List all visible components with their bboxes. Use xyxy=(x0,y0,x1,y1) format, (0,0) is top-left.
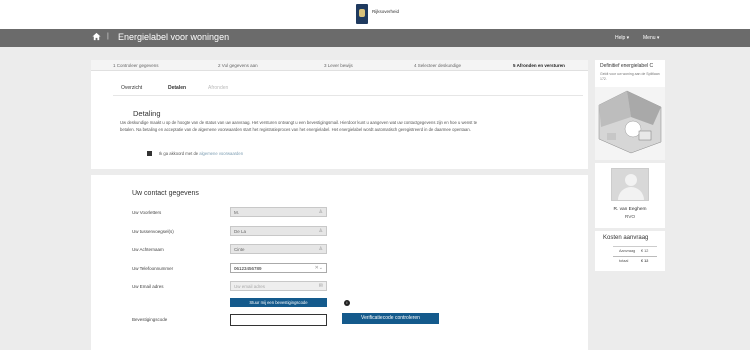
send-code-button[interactable]: Stuur mij een bevestigingscode xyxy=(230,298,327,307)
home-icon[interactable] xyxy=(92,32,101,41)
person-icon: ♙ xyxy=(318,209,323,215)
top-header: Rijksoverheid xyxy=(0,0,750,29)
telefoon-field[interactable]: 06123456789 ✕⌄ xyxy=(230,263,327,273)
section-description: Uw deskundige maakt u op de hoogte van d… xyxy=(120,120,478,132)
label-achternaam: Uw Achternaam xyxy=(132,247,164,252)
tab-afronden: Afronden xyxy=(208,85,229,91)
label-telefoon: Uw Telefoonnummer xyxy=(132,266,174,271)
step-4[interactable]: 4 Selecteer deskundige xyxy=(414,63,461,68)
person-icon: ♙ xyxy=(318,246,323,252)
achternaam-value: Cinte xyxy=(234,247,245,252)
house-illustration xyxy=(595,87,665,160)
voorletters-field[interactable]: M. ♙ xyxy=(230,207,327,217)
terms-link[interactable]: algemene voorwaarden xyxy=(199,151,243,156)
kosten-title: Kosten aanvraag xyxy=(603,235,649,241)
tab-overzicht[interactable]: Overzicht xyxy=(121,85,142,91)
person-icon: ♙ xyxy=(318,228,323,234)
contact-panel: Uw contact gegevens Uw Voorletters M. ♙ … xyxy=(91,175,588,350)
code-field[interactable] xyxy=(230,314,327,326)
tab-divider xyxy=(113,95,583,96)
tussenvoegsel-value: De La xyxy=(234,229,247,234)
avatar xyxy=(611,168,649,201)
main-navbar: | Energielabel voor woningen Help ▾ Menu… xyxy=(0,29,750,47)
adviseur-org: RVO xyxy=(624,215,636,220)
contact-title: Uw contact gegevens xyxy=(132,190,199,197)
rijksoverheid-logo xyxy=(356,4,368,24)
step-2[interactable]: 2 Vul gegevens aan xyxy=(218,63,258,68)
step-5[interactable]: 5 Afronden en versturen xyxy=(513,63,565,68)
terms-prefix: Ik ga akkoord met de xyxy=(159,151,199,156)
totaal-value: € 12 xyxy=(641,259,649,263)
checkbox-icon[interactable] xyxy=(147,151,152,156)
terms-label: Ik ga akkoord met de algemene voorwaarde… xyxy=(159,151,243,156)
tussenvoegsel-field[interactable]: De La ♙ xyxy=(230,226,327,236)
clear-icon[interactable]: ✕⌄ xyxy=(315,265,323,271)
adviseur-name: R. van Eeghem xyxy=(613,207,647,212)
step-1[interactable]: 1 Controleer gegevens xyxy=(113,63,159,68)
help-menu[interactable]: Help ▾ xyxy=(615,35,629,41)
main-menu[interactable]: Menu ▾ xyxy=(643,35,659,41)
details-panel: Overzicht Detalen Afronden Detaling Uw d… xyxy=(91,71,588,169)
label-voorletters: Uw Voorletters xyxy=(132,210,162,215)
energy-label-title: Definitief energielabel C xyxy=(600,63,654,69)
telefoon-value: 06123456789 xyxy=(234,266,262,271)
nav-separator: | xyxy=(107,33,109,40)
app-title: Energielabel voor woningen xyxy=(118,32,230,42)
section-title: Detaling xyxy=(133,109,161,118)
verify-code-button[interactable]: Verificatiecode controleren xyxy=(342,313,439,324)
email-placeholder: Uw email adres xyxy=(234,284,266,289)
logo-text: Rijksoverheid xyxy=(372,9,400,14)
label-tussenvoegsel: Uw tussenvoegsel(s) xyxy=(132,229,174,234)
step-3[interactable]: 3 Lever bewijs xyxy=(324,63,353,68)
voorletters-value: M. xyxy=(234,210,239,215)
label-email: Uw Email adres xyxy=(132,284,164,289)
email-icon: ✉ xyxy=(318,283,323,289)
email-field[interactable]: Uw email adres ✉ xyxy=(230,281,327,291)
label-code: Bevestigingscode xyxy=(132,317,168,322)
adviseur-card: R. van Eeghem RVO xyxy=(595,163,665,228)
energy-label-text: Geldt voor uw woning aan de Splitlaan 17… xyxy=(600,72,660,81)
totaal-label: totaal xyxy=(619,259,629,263)
kosten-divider xyxy=(613,246,657,247)
info-icon[interactable]: i xyxy=(344,300,350,306)
energy-label-card: Definitief energielabel C Geldt voor uw … xyxy=(595,60,665,160)
kosten-card: Kosten aanvraag Aanvraag € 12 totaal € 1… xyxy=(595,231,665,271)
aanvraag-label: Aanvraag xyxy=(619,249,636,253)
aanvraag-value: € 12 xyxy=(641,249,649,253)
progress-steps: 1 Controleer gegevens 2 Vul gegevens aan… xyxy=(91,60,588,71)
kosten-divider-2 xyxy=(613,256,657,257)
achternaam-field[interactable]: Cinte ♙ xyxy=(230,244,327,254)
